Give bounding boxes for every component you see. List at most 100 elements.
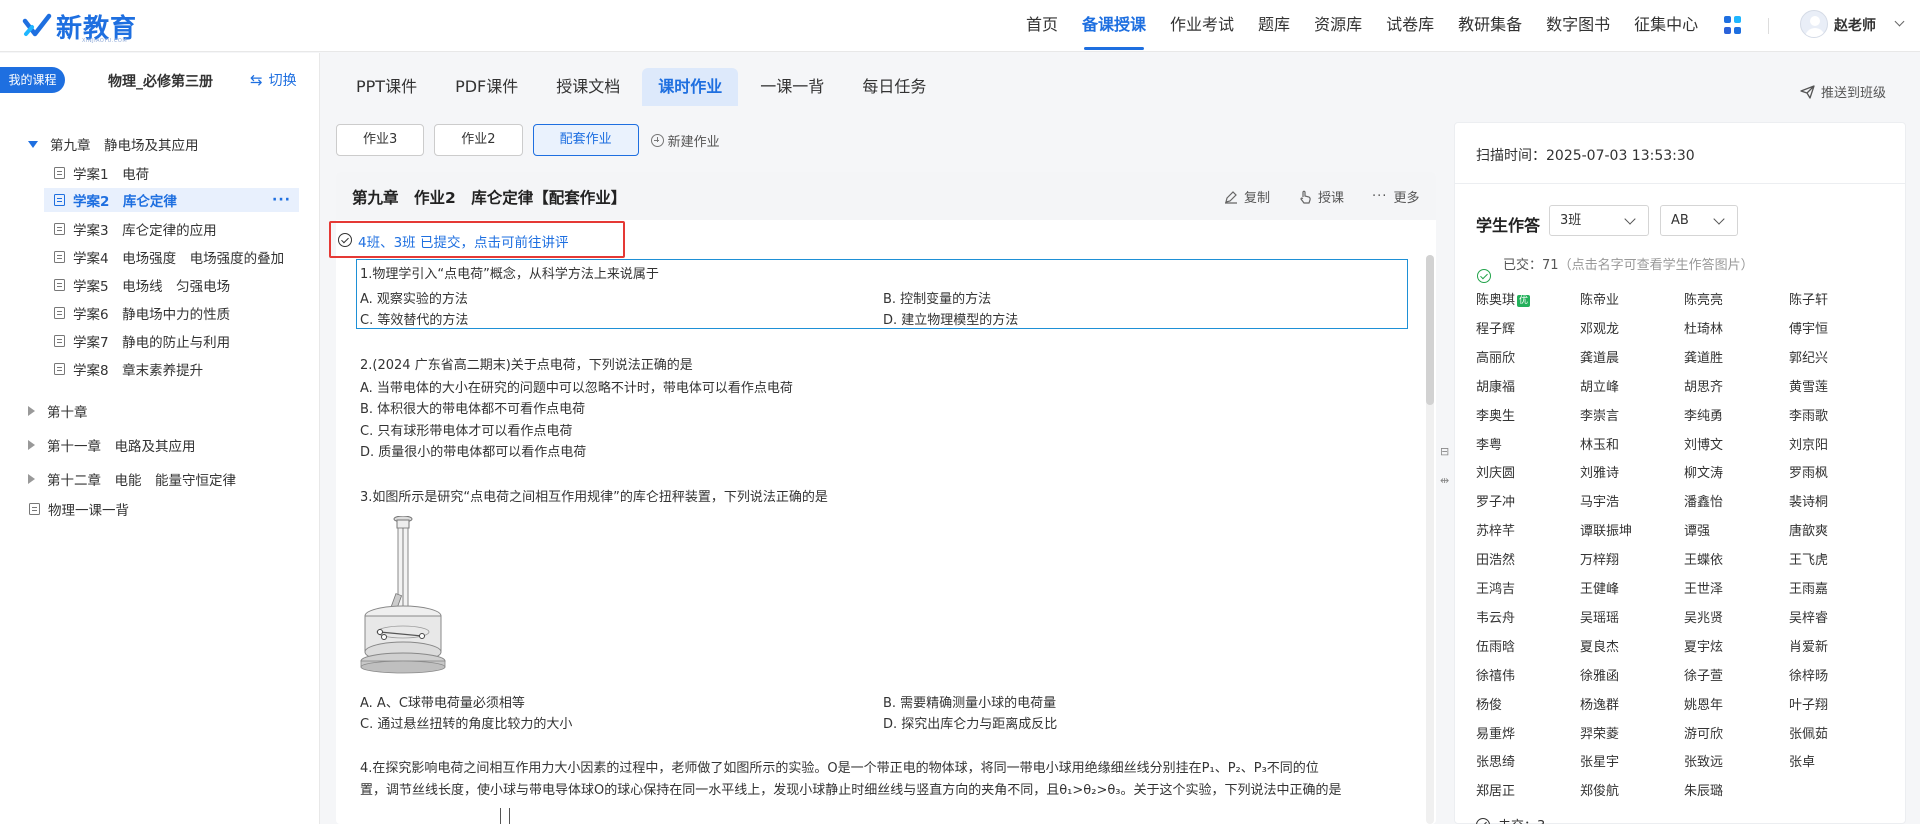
student-name[interactable]: 王鸿吉 xyxy=(1476,578,1515,597)
tree-chapter-10[interactable]: 第十章 xyxy=(28,401,88,421)
student-name[interactable]: 张佩茹 xyxy=(1789,723,1828,742)
student-name[interactable]: 肖爱新 xyxy=(1789,636,1828,655)
not-submitted-row[interactable]: 未交：3 xyxy=(1476,815,1545,824)
push-to-class-button[interactable]: 推送到班级 xyxy=(1800,82,1886,101)
student-name[interactable]: 龚道晨 xyxy=(1580,347,1619,366)
tab-recite[interactable]: 一课一背 xyxy=(744,68,840,106)
question-scrollbar-thumb[interactable] xyxy=(1426,255,1434,405)
student-name[interactable]: 杜琦林 xyxy=(1684,318,1723,337)
tab-class-homework[interactable]: 课时作业 xyxy=(642,68,739,106)
student-name[interactable]: 刘庆圆 xyxy=(1476,462,1515,481)
app-grid-icon[interactable] xyxy=(1724,16,1742,34)
student-name[interactable]: 傅宇恒 xyxy=(1789,318,1828,337)
student-name[interactable]: 胡立峰 xyxy=(1580,376,1619,395)
tab-daily-task[interactable]: 每日任务 xyxy=(846,68,942,106)
tree-lesson-7[interactable]: 学案7 静电的防止与利用 xyxy=(54,331,230,351)
student-name[interactable]: 李雨歌 xyxy=(1789,405,1828,424)
student-name[interactable]: 李崇言 xyxy=(1580,405,1619,424)
nav-home[interactable]: 首页 xyxy=(1014,0,1070,50)
tree-lesson-2[interactable]: 学案2 库仑定律 ··· xyxy=(44,188,299,212)
student-name[interactable]: 王健峰 xyxy=(1580,578,1619,597)
student-name[interactable]: 王雨嘉 xyxy=(1789,578,1828,597)
student-name[interactable]: 徐梓旸 xyxy=(1789,665,1828,684)
student-name[interactable]: 羿荣菱 xyxy=(1580,723,1619,742)
student-name[interactable]: 裴诗桐 xyxy=(1789,491,1828,510)
student-name[interactable]: 姚恩年 xyxy=(1684,694,1723,713)
tree-lesson-8[interactable]: 学案8 章末素养提升 xyxy=(54,359,203,379)
tree-chapter-9[interactable]: 第九章 静电场及其应用 xyxy=(28,134,199,154)
student-name[interactable]: 胡康福 xyxy=(1476,376,1515,395)
student-name[interactable]: 叶子翔 xyxy=(1789,694,1828,713)
student-name[interactable]: 谭联振坤 xyxy=(1580,520,1632,539)
student-name[interactable]: 朱辰璐 xyxy=(1684,780,1723,799)
nav-resource-library[interactable]: 资源库 xyxy=(1302,0,1374,50)
student-name[interactable]: 万梓翔 xyxy=(1580,549,1619,568)
nav-digital-books[interactable]: 数字图书 xyxy=(1534,0,1622,50)
nav-lesson-prep[interactable]: 备课授课 xyxy=(1070,0,1158,50)
student-name[interactable]: 张卓 xyxy=(1789,751,1815,770)
nav-homework-exam[interactable]: 作业考试 xyxy=(1158,0,1246,50)
user-name[interactable]: 赵老师 xyxy=(1834,15,1876,35)
student-name[interactable]: 杨逸群 xyxy=(1580,694,1619,713)
student-name[interactable]: 李粤 xyxy=(1476,434,1502,453)
student-name[interactable]: 黄雪莲 xyxy=(1789,376,1828,395)
student-name[interactable]: 游可欣 xyxy=(1684,723,1723,742)
nav-paper-library[interactable]: 试卷库 xyxy=(1374,0,1446,50)
tree-lesson-5[interactable]: 学案5 电场线 匀强电场 xyxy=(54,275,230,295)
logo[interactable]: 新教育 XINJIAOYU.COM xyxy=(22,8,137,45)
student-name[interactable]: 王蝶依 xyxy=(1684,549,1723,568)
avatar[interactable] xyxy=(1800,10,1828,38)
tab-pdf[interactable]: PDF课件 xyxy=(439,68,534,106)
more-dots-icon[interactable]: ··· xyxy=(272,192,291,208)
student-name[interactable]: 郑居正 xyxy=(1476,780,1515,799)
student-name[interactable]: 夏良杰 xyxy=(1580,636,1619,655)
nav-teaching-research[interactable]: 教研集备 xyxy=(1446,0,1534,50)
student-name[interactable]: 刘博文 xyxy=(1684,434,1723,453)
student-name[interactable]: 张致远 xyxy=(1684,751,1723,770)
student-name[interactable]: 韦云舟 xyxy=(1476,607,1515,626)
student-name[interactable]: 徐禧伟 xyxy=(1476,665,1515,684)
student-name[interactable]: 唐歆爽 xyxy=(1789,520,1828,539)
student-name[interactable]: 郭纪兴 xyxy=(1789,347,1828,366)
student-name[interactable]: 胡思齐 xyxy=(1684,376,1723,395)
student-name[interactable]: 陈帝业 xyxy=(1580,289,1619,308)
student-name[interactable]: 伍雨晗 xyxy=(1476,636,1515,655)
student-name[interactable]: 马宇浩 xyxy=(1580,491,1619,510)
subtab-matching-hw[interactable]: 配套作业 xyxy=(532,124,639,156)
student-name[interactable]: 徐子萱 xyxy=(1684,665,1723,684)
tree-lesson-4[interactable]: 学案4 电场强度 电场强度的叠加 xyxy=(54,247,284,267)
tree-chapter-11[interactable]: 第十一章 电路及其应用 xyxy=(28,435,196,455)
student-name[interactable]: 苏梓芊 xyxy=(1476,520,1515,539)
student-name[interactable]: 吴瑶瑶 xyxy=(1580,607,1619,626)
student-name[interactable]: 易重烨 xyxy=(1476,723,1515,742)
collapse-left-icon[interactable]: ⊟ xyxy=(1440,445,1449,458)
copy-button[interactable]: 复制 xyxy=(1224,187,1270,206)
student-name[interactable]: 柳文涛 xyxy=(1684,462,1723,481)
tree-lesson-1[interactable]: 学案1 电荷 xyxy=(54,163,149,183)
resize-handle-icon[interactable]: ⇹ xyxy=(1440,474,1449,487)
student-name[interactable]: 李奥生 xyxy=(1476,405,1515,424)
subtab-hw2[interactable]: 作业2 xyxy=(434,124,523,156)
nav-question-bank[interactable]: 题库 xyxy=(1246,0,1302,50)
student-name[interactable]: 田浩然 xyxy=(1476,549,1515,568)
student-name[interactable]: 罗子冲 xyxy=(1476,491,1515,510)
student-name[interactable]: 程子辉 xyxy=(1476,318,1515,337)
tree-lesson-3[interactable]: 学案3 库仑定律的应用 xyxy=(54,219,217,239)
submission-notice-link[interactable]: 4班、3班 已提交，点击可前往讲评 xyxy=(358,231,568,251)
student-name[interactable]: 刘京阳 xyxy=(1789,434,1828,453)
student-name[interactable]: 王飞虎 xyxy=(1789,549,1828,568)
switch-course-button[interactable]: ⇆ 切换 xyxy=(250,70,297,90)
tree-recite-item[interactable]: 物理一课一背 xyxy=(29,499,129,519)
student-name[interactable]: 张星宇 xyxy=(1580,751,1619,770)
student-name[interactable]: 张思绮 xyxy=(1476,751,1515,770)
student-name[interactable]: 刘雅诗 xyxy=(1580,462,1619,481)
more-button[interactable]: ··· 更多 xyxy=(1372,187,1419,206)
student-name[interactable]: 谭强 xyxy=(1684,520,1710,539)
student-name[interactable]: 陈子轩 xyxy=(1789,289,1828,308)
tree-lesson-6[interactable]: 学案6 静电场中力的性质 xyxy=(54,303,230,323)
teach-button[interactable]: 授课 xyxy=(1298,187,1344,206)
student-name[interactable]: 陈奥琪优 xyxy=(1476,289,1531,308)
student-name[interactable]: 吴兆贤 xyxy=(1684,607,1723,626)
my-course-badge[interactable]: 我的课程 xyxy=(0,67,65,93)
nav-collection-center[interactable]: 征集中心 xyxy=(1622,0,1710,50)
